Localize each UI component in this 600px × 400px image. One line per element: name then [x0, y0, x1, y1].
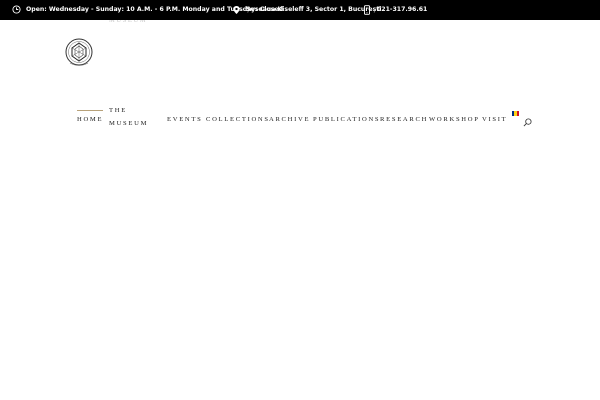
romanian-flag-icon[interactable] [512, 111, 519, 116]
nav-collections[interactable]: COLLECTIONS [206, 114, 270, 126]
main-navigation: HOME THE MUSEUM EVENTS COLLECTIONS ARCHI… [0, 104, 600, 134]
nav-workshop[interactable]: WORKSHOP [429, 114, 480, 126]
address-text: Șoseaua Kiseleff 3, Sector 1, București [246, 6, 382, 13]
top-info-bar: Open: Wednesday - Sunday: 10 A.M. - 6 P.… [0, 0, 600, 20]
nav-the-museum[interactable]: THE MUSEUM [109, 105, 148, 130]
address[interactable]: Șoseaua Kiseleff 3, Sector 1, București [232, 0, 381, 20]
nav-archive[interactable]: ARCHIVE [269, 114, 310, 126]
clock-icon [12, 5, 22, 15]
nav-the-museum-line1: THE [109, 107, 127, 114]
museum-seal-logo[interactable] [64, 37, 94, 69]
nav-events[interactable]: EVENTS [167, 114, 202, 126]
search-icon[interactable] [523, 114, 532, 127]
nav-the-museum-line2: MUSEUM [109, 119, 149, 127]
nav-home[interactable]: HOME [77, 110, 104, 126]
phone-text: 021-317.96.61 [377, 6, 428, 13]
location-pin-icon [232, 5, 242, 15]
nav-visit[interactable]: VISIT [482, 114, 507, 126]
phone-icon [363, 5, 373, 15]
nav-research[interactable]: RESEARCH [380, 114, 428, 126]
phone[interactable]: 021-317.96.61 [363, 0, 427, 20]
nav-publications[interactable]: PUBLICATIONS [313, 114, 380, 126]
